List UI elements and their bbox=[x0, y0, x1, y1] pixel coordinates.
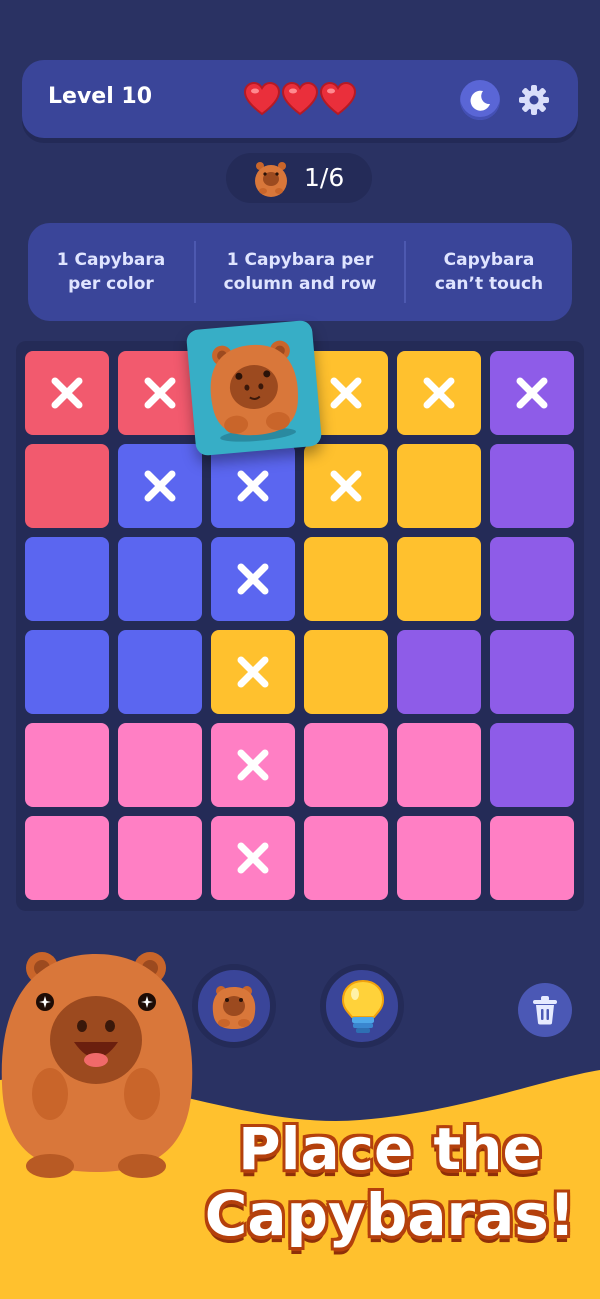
x-mark-icon bbox=[144, 377, 176, 409]
capybara-icon bbox=[212, 986, 256, 1029]
rules-panel: 1 Capybara per color 1 Capybara per colu… bbox=[28, 223, 572, 321]
level-label: Level 10 bbox=[48, 84, 153, 109]
x-mark-icon bbox=[237, 470, 269, 502]
board-cell-r3c5[interactable] bbox=[397, 537, 481, 621]
board-cell-r4c6[interactable] bbox=[490, 630, 574, 714]
board-cell-r5c3[interactable] bbox=[211, 723, 295, 807]
board-cell-r2c5[interactable] bbox=[397, 444, 481, 528]
heart-icon bbox=[244, 82, 280, 116]
board-cell-r4c5[interactable] bbox=[397, 630, 481, 714]
board-cell-r6c2[interactable] bbox=[118, 816, 202, 900]
lightbulb-icon bbox=[341, 979, 385, 1033]
trash-icon bbox=[533, 996, 557, 1025]
board-cell-r2c6[interactable] bbox=[490, 444, 574, 528]
board-cell-r5c4[interactable] bbox=[304, 723, 388, 807]
board-cell-r6c3[interactable] bbox=[211, 816, 295, 900]
rule-no-touch: Capybara can’t touch bbox=[434, 250, 544, 294]
board-cell-r6c4[interactable] bbox=[304, 816, 388, 900]
top-bar: Level 10 bbox=[22, 60, 578, 138]
board-cell-r3c3[interactable] bbox=[211, 537, 295, 621]
capybara-icon bbox=[255, 162, 287, 197]
board-cell-r2c1[interactable] bbox=[25, 444, 109, 528]
hint-button[interactable] bbox=[320, 964, 404, 1048]
gear-icon bbox=[519, 85, 549, 115]
promo-line-2: Capybaras! bbox=[204, 1181, 576, 1249]
board-cell-r4c3[interactable] bbox=[211, 630, 295, 714]
theme-toggle-button[interactable] bbox=[460, 80, 500, 120]
board-cell-r6c5[interactable] bbox=[397, 816, 481, 900]
x-mark-icon bbox=[144, 470, 176, 502]
board-cell-r6c1[interactable] bbox=[25, 816, 109, 900]
board-cell-r6c6[interactable] bbox=[490, 816, 574, 900]
x-mark-icon bbox=[516, 377, 548, 409]
rule-color: 1 Capybara per color bbox=[56, 250, 166, 294]
x-mark-icon bbox=[237, 842, 269, 874]
x-mark-icon bbox=[330, 470, 362, 502]
x-mark-icon bbox=[237, 749, 269, 781]
board-cell-r1c1[interactable] bbox=[25, 351, 109, 435]
x-mark-icon bbox=[330, 377, 362, 409]
promo-headline: Place the Capybaras! bbox=[200, 1116, 580, 1248]
board-cell-r2c4[interactable] bbox=[304, 444, 388, 528]
x-mark-icon bbox=[51, 377, 83, 409]
moon-icon bbox=[470, 90, 490, 111]
board-cell-r3c6[interactable] bbox=[490, 537, 574, 621]
board-cell-r5c5[interactable] bbox=[397, 723, 481, 807]
board-cell-r2c2[interactable] bbox=[118, 444, 202, 528]
capybara-count: 1/6 bbox=[304, 163, 345, 192]
board-cell-r5c1[interactable] bbox=[25, 723, 109, 807]
board-cell-r4c2[interactable] bbox=[118, 630, 202, 714]
heart-icon bbox=[320, 82, 356, 116]
board-cell-r4c1[interactable] bbox=[25, 630, 109, 714]
board-cell-r2c3[interactable] bbox=[211, 444, 295, 528]
heart-icon bbox=[282, 82, 318, 116]
board-cell-r3c2[interactable] bbox=[118, 537, 202, 621]
board-cell-r1c5[interactable] bbox=[397, 351, 481, 435]
x-mark-icon bbox=[237, 563, 269, 595]
capybara-mascot bbox=[1, 952, 193, 1178]
x-mark-icon bbox=[237, 656, 269, 688]
board-cell-r5c6[interactable] bbox=[490, 723, 574, 807]
board-cell-r4c4[interactable] bbox=[304, 630, 388, 714]
capybara-counter: 1/6 bbox=[226, 153, 372, 203]
board-cell-r3c1[interactable] bbox=[25, 537, 109, 621]
settings-button[interactable] bbox=[518, 84, 550, 116]
capybara-icon bbox=[210, 340, 298, 442]
x-mark-icon bbox=[423, 377, 455, 409]
board-cell-r5c2[interactable] bbox=[118, 723, 202, 807]
capybara-tile-placed[interactable] bbox=[185, 319, 323, 457]
clear-board-button[interactable] bbox=[518, 983, 572, 1037]
promo-line-1: Place the bbox=[238, 1115, 542, 1183]
rule-column-row: 1 Capybara per column and row bbox=[223, 250, 377, 294]
board-cell-r1c6[interactable] bbox=[490, 351, 574, 435]
board-cell-r3c4[interactable] bbox=[304, 537, 388, 621]
